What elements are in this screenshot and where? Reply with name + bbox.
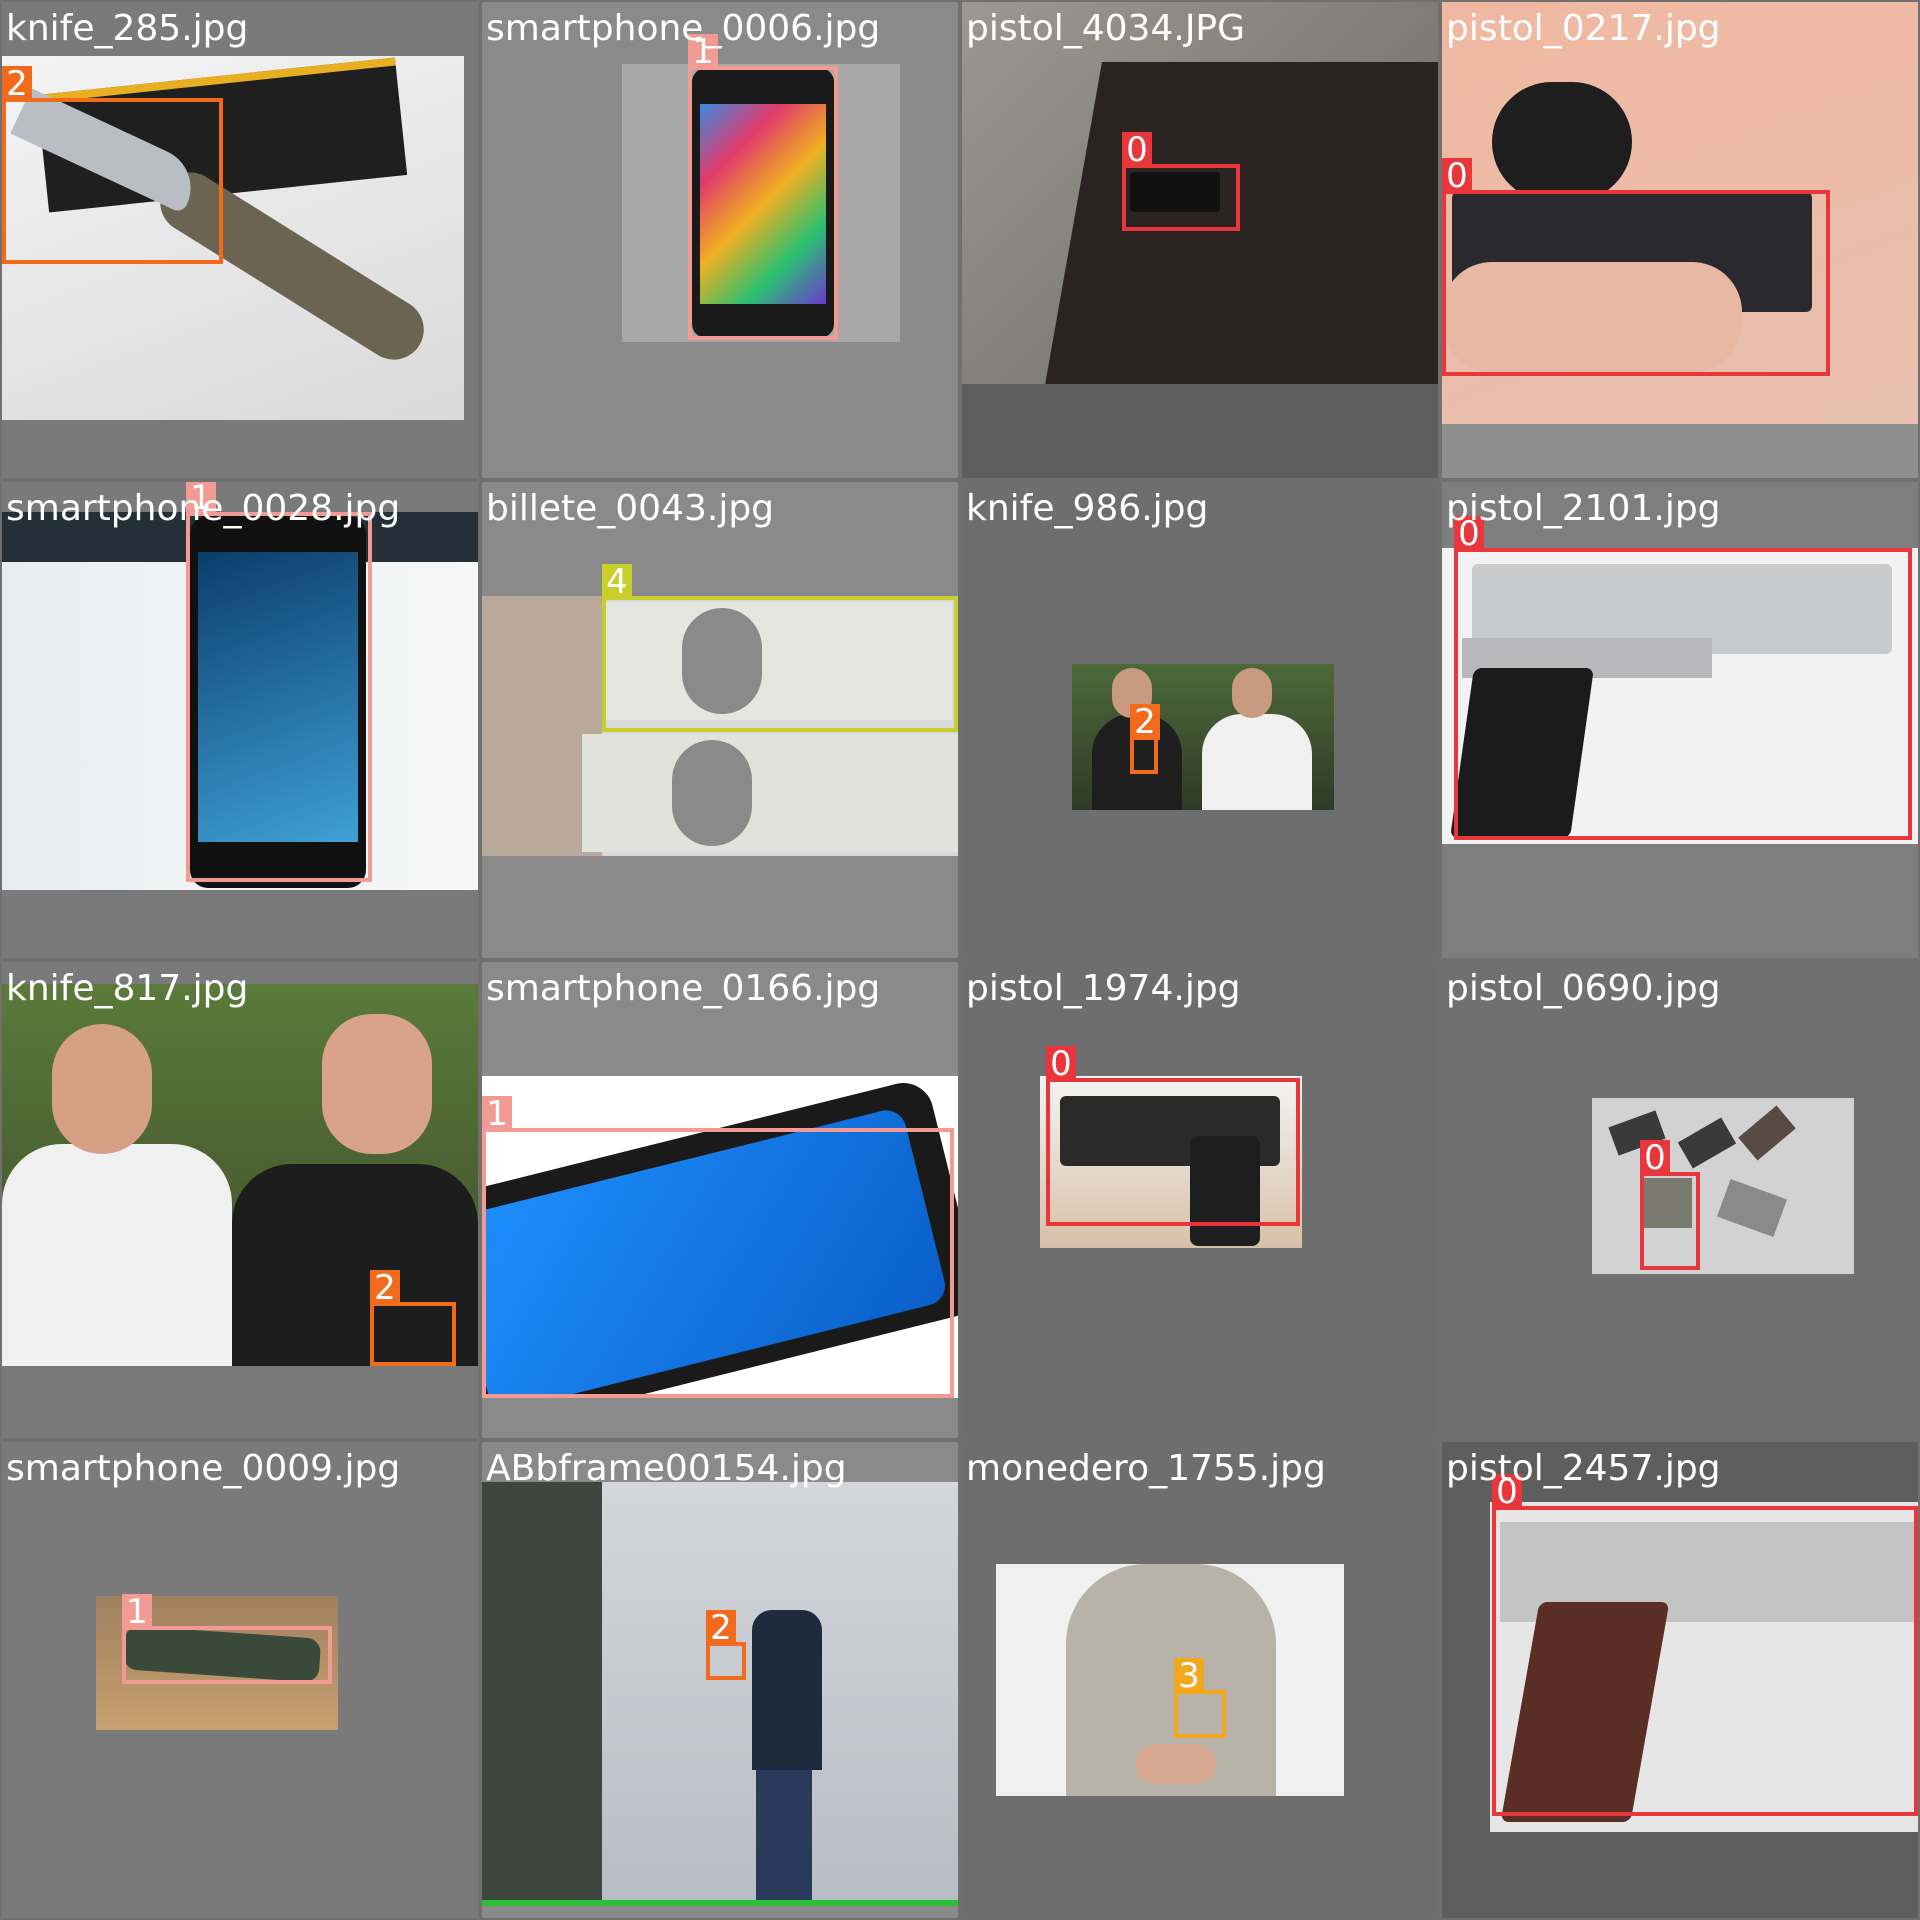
tile-pistol-0690: 0 pistol_0690.jpg [1442,962,1918,1438]
tile-pistol-1974: 0 pistol_1974.jpg [962,962,1438,1438]
image-filename: pistol_2101.jpg [1446,488,1721,529]
bbox-knife: 2 [1130,704,1160,774]
image-filename: knife_986.jpg [966,488,1209,529]
tile-billete-0043: 4 billete_0043.jpg [482,482,958,958]
image-filename: ABbframe00154.jpg [486,1448,847,1489]
bbox-pistol: 0 [1122,132,1240,231]
bbox-banknote: 4 [602,564,958,732]
image-filename: pistol_2457.jpg [1446,1448,1721,1489]
bbox-knife: 2 [2,66,223,264]
class-label: 2 [2,66,32,102]
image-filename: smartphone_0028.jpg [6,488,401,529]
image-filename: monedero_1755.jpg [966,1448,1326,1489]
bbox-smartphone: 1 [688,34,838,340]
tile-pistol-0217: 0 pistol_0217.jpg [1442,2,1918,478]
bbox-smartphone: 1 [186,482,372,882]
image-filename: billete_0043.jpg [486,488,775,529]
tile-pistol-2457: 0 pistol_2457.jpg [1442,1442,1918,1918]
bbox-smartphone: 1 [122,1594,332,1684]
bbox-pistol: 0 [1640,1140,1700,1270]
bbox-smartphone: 1 [482,1096,954,1398]
bbox-pistol: 0 [1046,1046,1300,1226]
tile-smartphone-0028: 1 smartphone_0028.jpg [2,482,478,958]
bbox-wallet: 3 [1174,1658,1226,1738]
image-filename: knife_817.jpg [6,968,249,1009]
photo-two-people [1072,664,1334,810]
tile-abbframe-00154: 2 ABbframe00154.jpg [482,1442,958,1918]
detection-mosaic: 2 knife_285.jpg 1 smartphone_0006.jpg 0 … [0,0,1920,1920]
image-filename: pistol_0217.jpg [1446,8,1721,49]
class-label: 4 [602,564,632,600]
class-label: 3 [1174,1658,1204,1694]
tile-smartphone-0166: 1 smartphone_0166.jpg [482,962,958,1438]
class-label: 2 [706,1610,736,1646]
tile-knife-986: 2 knife_986.jpg [962,482,1438,958]
bbox-pistol: 0 [1454,516,1912,840]
photo-office-person [482,1482,958,1906]
photo-person-back [996,1564,1344,1796]
photo-pistol-collection [1592,1098,1854,1274]
bbox-knife: 2 [370,1270,456,1366]
class-label: 2 [1130,704,1160,740]
bbox-pistol: 0 [1492,1474,1918,1816]
class-label: 0 [1442,158,1472,194]
tile-smartphone-0006: 1 smartphone_0006.jpg [482,2,958,478]
class-label: 1 [482,1096,512,1132]
image-filename: smartphone_0166.jpg [486,968,881,1009]
tile-knife-817: 2 knife_817.jpg [2,962,478,1438]
bbox-pistol: 0 [1442,158,1830,376]
tile-smartphone-0009: 1 smartphone_0009.jpg [2,1442,478,1918]
image-filename: knife_285.jpg [6,8,249,49]
bbox-knife: 2 [706,1610,746,1680]
class-label: 0 [1122,132,1152,168]
image-filename: pistol_4034.JPG [966,8,1246,49]
class-label: 0 [1046,1046,1076,1082]
class-label: 1 [122,1594,152,1630]
tile-knife-285: 2 knife_285.jpg [2,2,478,478]
tile-monedero-1755: 3 monedero_1755.jpg [962,1442,1438,1918]
image-filename: smartphone_0006.jpg [486,8,881,49]
image-filename: pistol_1974.jpg [966,968,1241,1009]
class-label: 0 [1640,1140,1670,1176]
tile-pistol-2101: 0 pistol_2101.jpg [1442,482,1918,958]
image-filename: smartphone_0009.jpg [6,1448,401,1489]
image-filename: pistol_0690.jpg [1446,968,1721,1009]
class-label: 2 [370,1270,400,1306]
tile-pistol-4034: 0 pistol_4034.JPG [962,2,1438,478]
